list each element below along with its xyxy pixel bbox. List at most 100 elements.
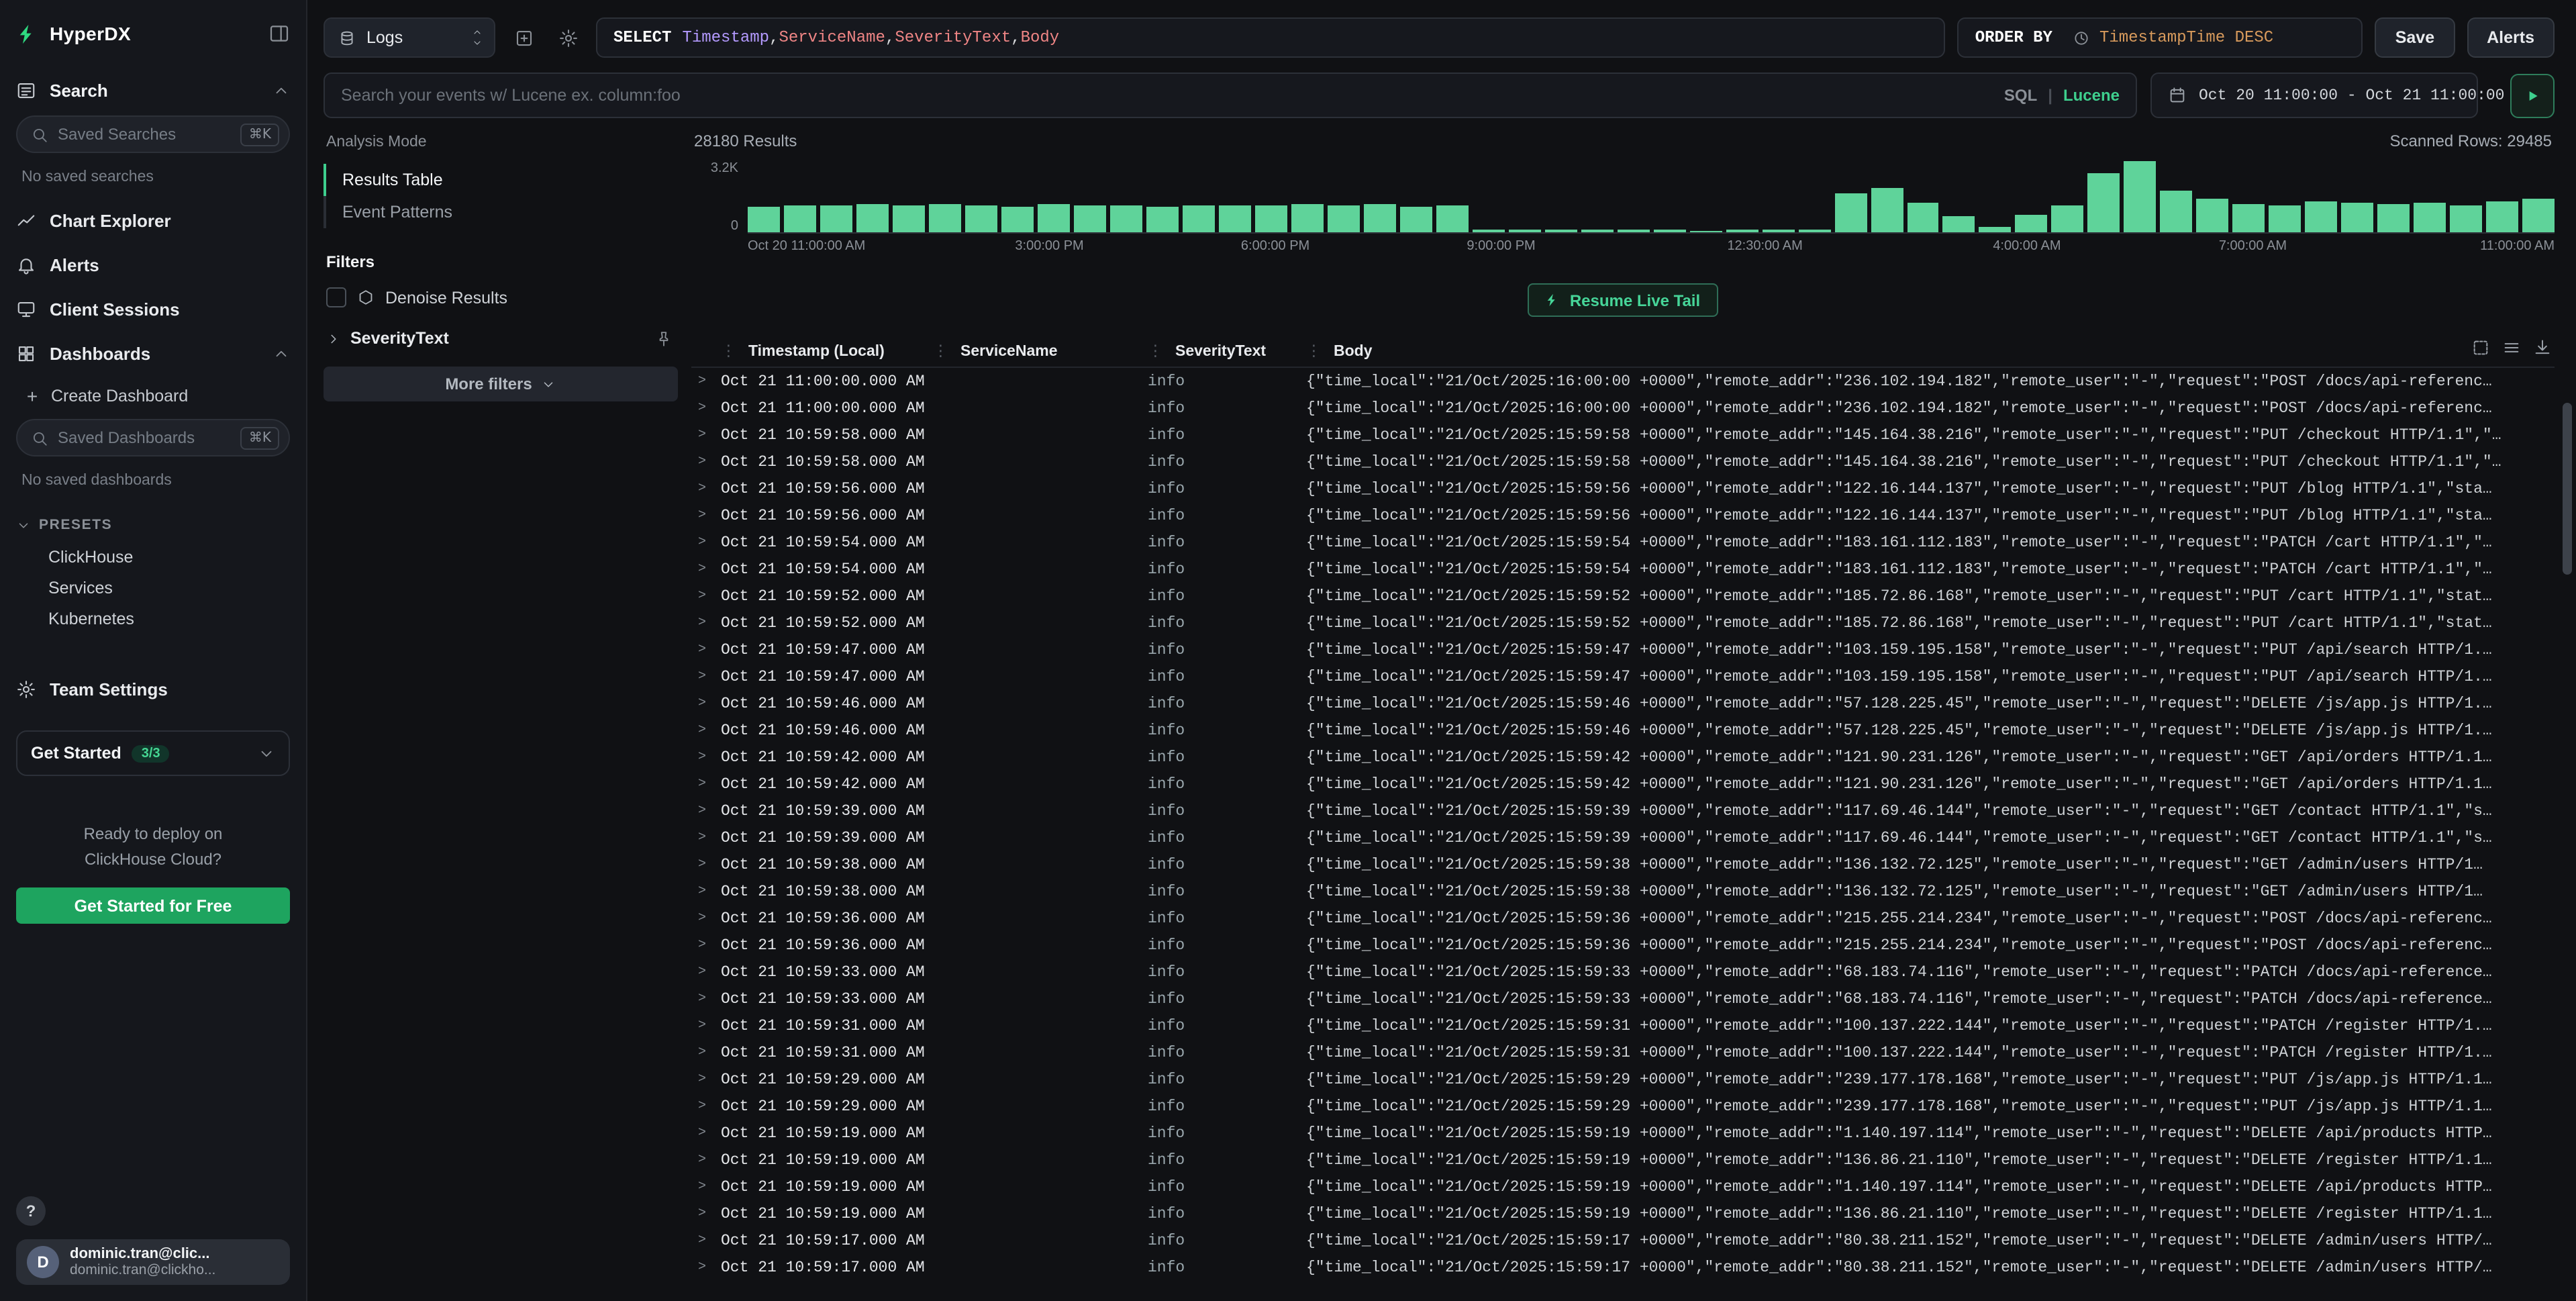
table-row[interactable]: >Oct 21 10:59:38.000 AMinfo{"time_local"… (691, 878, 2555, 905)
row-expand-icon[interactable]: > (691, 1206, 721, 1221)
select-stepper-icon[interactable] (471, 27, 483, 48)
scrollbar-thumb[interactable] (2563, 403, 2572, 575)
lucene-mode-toggle[interactable]: Lucene (2063, 86, 2120, 105)
table-row[interactable]: >Oct 21 10:59:31.000 AMinfo{"time_local"… (691, 1012, 2555, 1039)
tab-results-table[interactable]: Results Table (324, 164, 678, 196)
table-row[interactable]: >Oct 21 10:59:33.000 AMinfo{"time_local"… (691, 985, 2555, 1012)
order-by-input[interactable]: ORDER BY TimestampTime DESC (1958, 17, 2363, 58)
histogram-bar[interactable] (1726, 230, 1758, 232)
table-row[interactable]: >Oct 21 10:59:39.000 AMinfo{"time_local"… (691, 798, 2555, 824)
col-severitytext[interactable]: SeverityText (1148, 340, 1306, 359)
source-select[interactable]: Logs (324, 17, 495, 58)
table-row[interactable]: >Oct 21 10:59:19.000 AMinfo{"time_local"… (691, 1173, 2555, 1200)
preset-item[interactable]: Kubernetes (16, 604, 290, 635)
chevron-down-icon[interactable] (258, 744, 275, 762)
histogram-bar[interactable] (1834, 193, 1867, 232)
save-button[interactable]: Save (2375, 17, 2455, 58)
row-expand-icon[interactable]: > (691, 535, 721, 550)
col-timestamp[interactable]: Timestamp (Local) (721, 340, 933, 359)
histogram-bar[interactable] (2124, 161, 2157, 232)
preset-item[interactable]: ClickHouse (16, 542, 290, 573)
row-expand-icon[interactable]: > (691, 938, 721, 953)
table-row[interactable]: >Oct 21 10:59:39.000 AMinfo{"time_local"… (691, 824, 2555, 851)
row-expand-icon[interactable]: > (691, 1099, 721, 1114)
get-started-free-button[interactable]: Get Started for Free (16, 887, 290, 924)
row-expand-icon[interactable]: > (691, 616, 721, 630)
row-expand-icon[interactable]: > (691, 696, 721, 711)
resume-live-tail-button[interactable]: Resume Live Tail (1528, 283, 1718, 317)
row-expand-icon[interactable]: > (691, 965, 721, 979)
table-row[interactable]: >Oct 21 10:59:31.000 AMinfo{"time_local"… (691, 1039, 2555, 1066)
histogram-bar[interactable] (1653, 230, 1685, 232)
histogram-bar[interactable] (1038, 205, 1070, 232)
saved-searches-input[interactable]: Saved Searches ⌘K (16, 115, 290, 153)
table-row[interactable]: >Oct 21 10:59:56.000 AMinfo{"time_local"… (691, 502, 2555, 529)
row-expand-icon[interactable]: > (691, 777, 721, 791)
table-row[interactable]: >Oct 21 10:59:47.000 AMinfo{"time_local"… (691, 636, 2555, 663)
histogram-bar[interactable] (2522, 199, 2555, 232)
sidebar-item-dashboards[interactable]: Dashboards (16, 332, 290, 376)
table-row[interactable]: >Oct 21 10:59:19.000 AMinfo{"time_local"… (691, 1200, 2555, 1227)
histogram-bar[interactable] (1544, 230, 1577, 232)
saved-dashboards-input[interactable]: Saved Dashboards ⌘K (16, 419, 290, 456)
histogram-bar[interactable] (2450, 205, 2483, 232)
row-expand-icon[interactable]: > (691, 669, 721, 684)
histogram-bar[interactable] (1328, 205, 1360, 232)
table-row[interactable]: >Oct 21 11:00:00.000 AMinfo{"time_local"… (691, 368, 2555, 395)
sidebar-item-client-sessions[interactable]: Client Sessions (16, 287, 290, 332)
histogram-bar[interactable] (820, 206, 852, 232)
row-expand-icon[interactable]: > (691, 1260, 721, 1275)
create-dashboard-button[interactable]: + Create Dashboard (16, 376, 290, 416)
table-row[interactable]: >Oct 21 10:59:58.000 AMinfo{"time_local"… (691, 422, 2555, 448)
row-expand-icon[interactable]: > (691, 481, 721, 496)
histogram-bar[interactable] (784, 205, 816, 232)
histogram-bar[interactable] (748, 207, 780, 232)
date-range-input[interactable]: Oct 20 11:00:00 - Oct 21 11:00:00 (2150, 73, 2478, 118)
tab-event-patterns[interactable]: Event Patterns (324, 196, 678, 228)
histogram-bar[interactable] (1871, 188, 1903, 232)
sidebar-collapse-icon[interactable] (268, 23, 290, 44)
alerts-button[interactable]: Alerts (2467, 17, 2555, 58)
row-expand-icon[interactable]: > (691, 401, 721, 416)
row-expand-icon[interactable]: > (691, 750, 721, 765)
row-expand-icon[interactable]: > (691, 1018, 721, 1033)
row-expand-icon[interactable]: > (691, 804, 721, 818)
table-row[interactable]: >Oct 21 10:59:17.000 AMinfo{"time_local"… (691, 1227, 2555, 1254)
histogram-bar[interactable] (965, 205, 997, 232)
histogram-bar[interactable] (1581, 230, 1613, 232)
table-row[interactable]: >Oct 21 10:59:19.000 AMinfo{"time_local"… (691, 1147, 2555, 1173)
histogram-bar[interactable] (1183, 205, 1215, 232)
table-row[interactable]: >Oct 21 10:59:52.000 AMinfo{"time_local"… (691, 583, 2555, 610)
table-row[interactable]: >Oct 21 10:59:56.000 AMinfo{"time_local"… (691, 475, 2555, 502)
histogram-bar[interactable] (1798, 230, 1830, 232)
histogram-bar[interactable] (1219, 205, 1251, 232)
histogram-bar[interactable] (2414, 202, 2446, 232)
histogram-bar[interactable] (2269, 205, 2301, 232)
row-expand-icon[interactable]: > (691, 589, 721, 604)
facet-severitytext[interactable]: SeverityText (324, 329, 678, 348)
chevron-up-icon[interactable] (273, 345, 290, 363)
histogram-bar[interactable] (1146, 207, 1179, 232)
row-expand-icon[interactable]: > (691, 857, 721, 872)
row-expand-icon[interactable]: > (691, 992, 721, 1006)
row-expand-icon[interactable]: > (691, 911, 721, 926)
histogram-bar[interactable] (1907, 202, 1939, 232)
table-row[interactable]: >Oct 21 10:59:42.000 AMinfo{"time_local"… (691, 771, 2555, 798)
event-search-input[interactable]: Search your events w/ Lucene ex. column:… (324, 73, 2137, 118)
row-expand-icon[interactable]: > (691, 508, 721, 523)
row-expand-icon[interactable]: > (691, 1045, 721, 1060)
download-icon[interactable] (2533, 338, 2552, 357)
preset-item[interactable]: Services (16, 573, 290, 604)
histogram-bar[interactable] (856, 204, 889, 232)
histogram-bar[interactable] (1436, 206, 1468, 232)
histogram-bar[interactable] (1508, 230, 1540, 232)
sidebar-item-search[interactable]: Search (16, 67, 290, 113)
histogram-bar[interactable] (1074, 206, 1106, 232)
denoise-checkbox[interactable] (326, 287, 346, 307)
row-expand-icon[interactable]: > (691, 723, 721, 738)
table-row[interactable]: >Oct 21 10:59:36.000 AMinfo{"time_local"… (691, 905, 2555, 932)
histogram-bar[interactable] (2378, 205, 2410, 232)
histogram-bar[interactable] (2487, 201, 2519, 232)
histogram-bar[interactable] (1943, 217, 1975, 232)
row-expand-icon[interactable]: > (691, 562, 721, 577)
